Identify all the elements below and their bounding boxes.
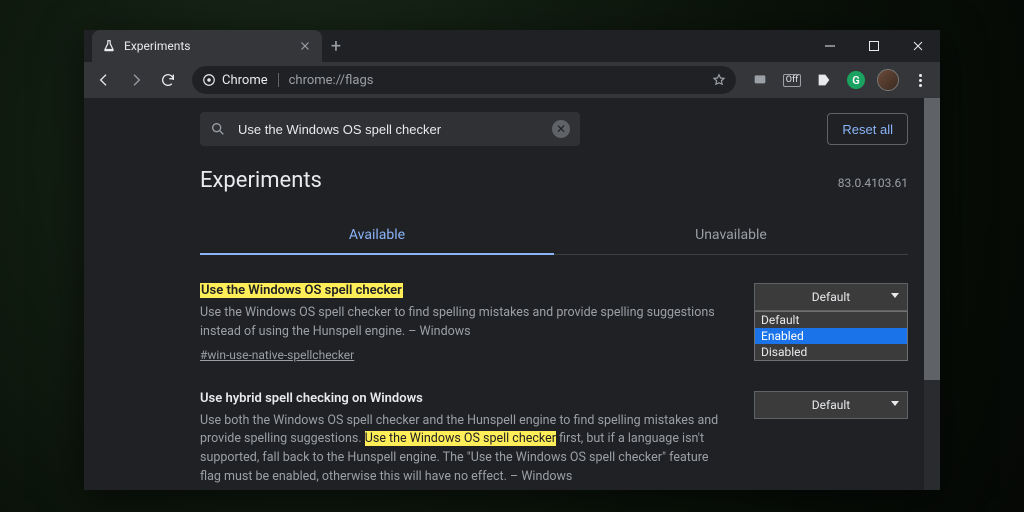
new-tab-button[interactable]: + xyxy=(322,30,350,62)
chevron-down-icon xyxy=(891,293,899,298)
search-icon xyxy=(210,121,226,137)
flags-search[interactable]: ✕ xyxy=(200,112,580,146)
reset-all-button[interactable]: Reset all xyxy=(827,113,908,145)
tab-experiments[interactable]: Experiments xyxy=(92,30,322,62)
profile-avatar[interactable] xyxy=(874,66,902,94)
close-icon[interactable] xyxy=(298,39,312,53)
window-caption-buttons xyxy=(808,30,940,62)
flag-native-spellchecker: Use the Windows OS spell checker Use the… xyxy=(200,283,908,363)
browser-window: Experiments + Chrome chrome://flags xyxy=(84,30,940,490)
page-title: Experiments xyxy=(200,168,838,193)
omnibox-separator xyxy=(278,73,279,87)
extension-icon-2[interactable] xyxy=(810,66,838,94)
tab-unavailable[interactable]: Unavailable xyxy=(554,219,908,254)
back-button[interactable] xyxy=(90,66,118,94)
flag-select-value: Default xyxy=(812,290,850,304)
chrome-menu-button[interactable] xyxy=(906,66,934,94)
option-default[interactable]: Default xyxy=(755,312,907,328)
chrome-version: 83.0.4103.61 xyxy=(838,176,908,190)
flag-title: Use the Windows OS spell checker xyxy=(200,283,730,298)
minimize-button[interactable] xyxy=(808,30,852,62)
flag-description: Use both the Windows OS spell checker an… xyxy=(200,412,730,487)
tab-title: Experiments xyxy=(124,39,290,53)
flag-select-hybrid[interactable]: Default xyxy=(754,391,908,419)
option-enabled[interactable]: Enabled xyxy=(755,328,907,344)
omnibox-url: chrome://flags xyxy=(289,73,374,88)
flask-icon xyxy=(102,39,116,53)
chevron-down-icon xyxy=(891,401,899,406)
flag-title: Use hybrid spell checking on Windows xyxy=(200,391,730,406)
page-content: ✕ Reset all Experiments 83.0.4103.61 Ava… xyxy=(84,98,924,490)
extension-icon-1[interactable] xyxy=(746,66,774,94)
flag-description: Use the Windows OS spell checker to find… xyxy=(200,304,730,342)
toolbar: Chrome chrome://flags Off G xyxy=(84,62,940,98)
extension-off-badge[interactable]: Off xyxy=(778,66,806,94)
flag-select-value: Default xyxy=(812,398,850,412)
tab-available[interactable]: Available xyxy=(200,219,554,255)
extension-grammarly[interactable]: G xyxy=(842,66,870,94)
clear-search-button[interactable]: ✕ xyxy=(552,120,570,138)
omnibox[interactable]: Chrome chrome://flags xyxy=(192,66,736,94)
chip-label: Chrome xyxy=(222,73,268,88)
flag-select-native[interactable]: Default xyxy=(754,283,908,311)
flag-select-dropdown: Default Enabled Disabled xyxy=(754,311,908,361)
flag-hybrid-spellchecker: Use hybrid spell checking on Windows Use… xyxy=(200,391,908,491)
tab-strip: Experiments + xyxy=(84,30,940,62)
maximize-button[interactable] xyxy=(852,30,896,62)
scrollbar-thumb[interactable] xyxy=(924,98,940,380)
security-chip: Chrome xyxy=(202,73,268,88)
chrome-icon xyxy=(202,73,216,87)
forward-button[interactable] xyxy=(122,66,150,94)
scrollbar[interactable] xyxy=(924,98,940,490)
option-disabled[interactable]: Disabled xyxy=(755,344,907,360)
flag-anchor[interactable]: #win-use-native-spellchecker xyxy=(200,348,354,362)
flags-search-input[interactable] xyxy=(236,121,542,138)
close-window-button[interactable] xyxy=(896,30,940,62)
reload-button[interactable] xyxy=(154,66,182,94)
flags-tabs: Available Unavailable xyxy=(200,219,908,255)
bookmark-star-icon[interactable] xyxy=(712,73,726,87)
